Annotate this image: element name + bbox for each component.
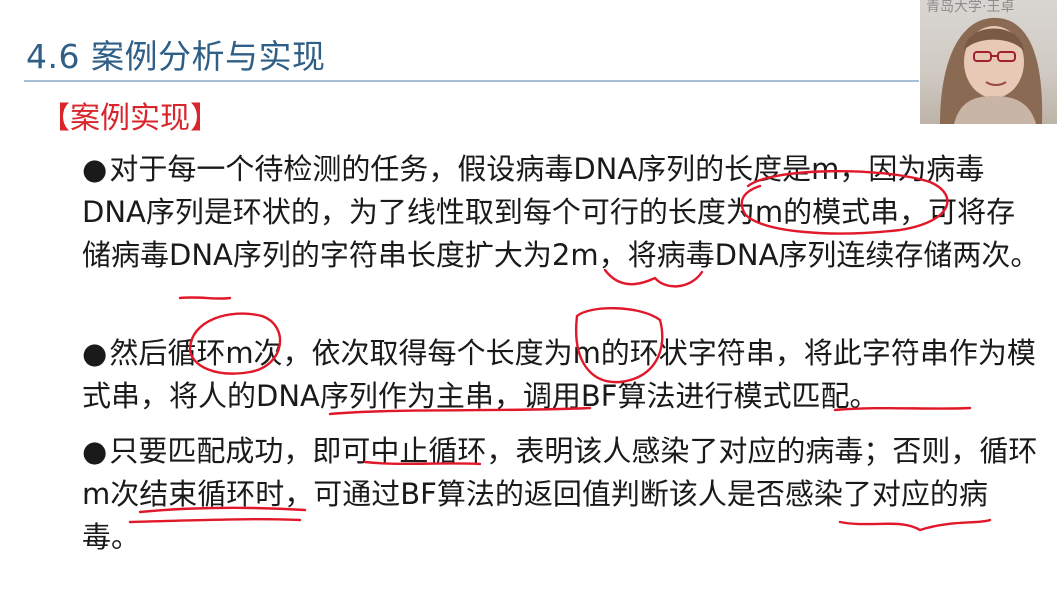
section-heading: 【案例实现】 <box>40 101 220 136</box>
bullet-paragraph-3: ●只要匹配成功，即可中止循环，表明该人感染了对应的病毒；否则，循环m次结束循环时… <box>82 430 1044 559</box>
bullet-paragraph-2: ●然后循环m次，依次取得每个长度为m的环状字符串，将此字符串作为模式串，将人的D… <box>82 332 1044 418</box>
bullet-dot-3: ● <box>82 434 108 468</box>
bullet-dot-2: ● <box>82 336 108 370</box>
ink-underline-store <box>178 296 232 300</box>
webcam-caption: 青岛大学·王卓 <box>926 0 1015 15</box>
bullet-dot-1: ● <box>82 152 108 186</box>
paragraph-2-text: 然后循环m次，依次取得每个长度为m的环状字符串，将此字符串作为模式串，将人的DN… <box>82 336 1036 413</box>
title-divider <box>24 80 919 82</box>
slide-title: 4.6 案例分析与实现 <box>26 37 326 76</box>
presenter-webcam: 青岛大学·王卓 <box>920 0 1057 124</box>
paragraph-3-text: 只要匹配成功，即可中止循环，表明该人感染了对应的病毒；否则，循环m次结束循环时，… <box>82 434 1038 554</box>
bullet-paragraph-1: ●对于每一个待检测的任务，假设病毒DNA序列的长度是m，因为病毒DNA序列是环状… <box>82 148 1044 277</box>
presenter-figure <box>940 17 1043 124</box>
paragraph-1-text: 对于每一个待检测的任务，假设病毒DNA序列的长度是m，因为病毒DNA序列是环状的… <box>82 152 1040 272</box>
